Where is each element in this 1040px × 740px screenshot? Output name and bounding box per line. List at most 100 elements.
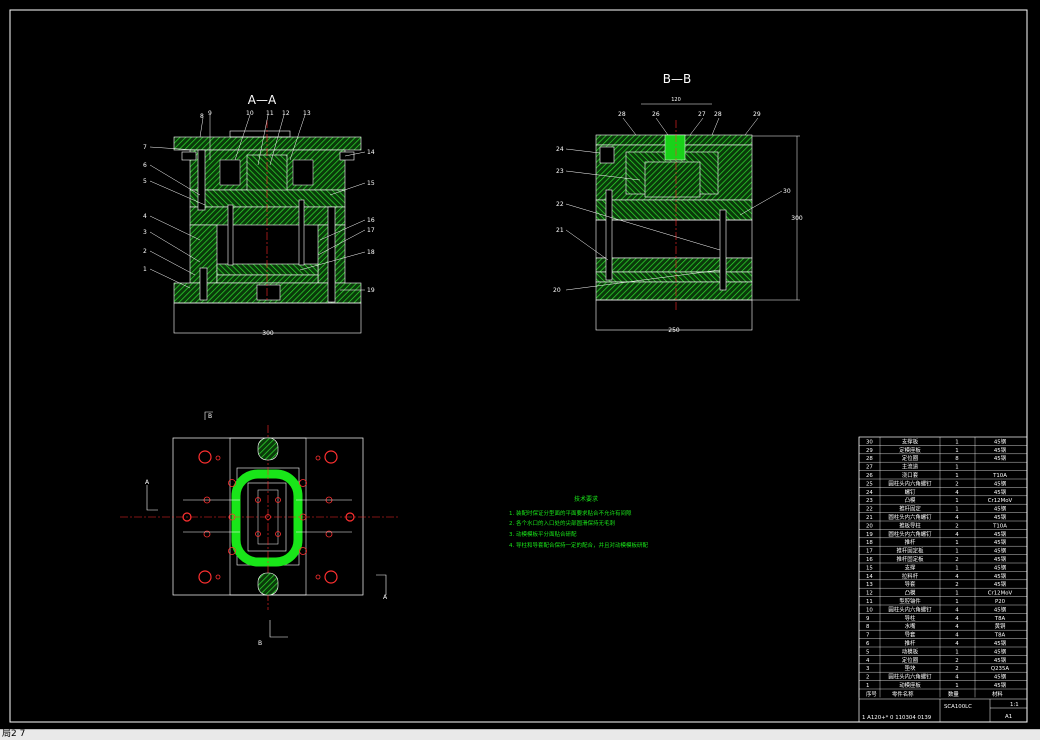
- bom-row: 9 导柱 4 T8A: [866, 614, 1006, 622]
- bom-cell-mat: 45钢: [994, 572, 1006, 580]
- section-aa-view: A—A 300 7 6 5 4 3 2 1 8 9 10 11 12 13 14…: [143, 93, 375, 337]
- bom-row: 30 支撑板 1 45钢: [866, 437, 1006, 445]
- bom-row: 6 推杆 4 45钢: [866, 639, 1006, 647]
- bom-cell-qty: 4: [955, 490, 959, 496]
- cad-viewport[interactable]: A—A 300 7 6 5 4 3 2 1 8 9 10 11 12 13 14…: [0, 0, 1040, 729]
- section-bb-title: B—B: [663, 72, 691, 86]
- bom-cell-no: 28: [866, 456, 873, 462]
- bom-cell-qty: 1: [955, 683, 958, 689]
- bom-cell-no: 13: [866, 582, 873, 588]
- bom-cell-qty: 2: [955, 523, 958, 529]
- bom-cell-name: 推杆固定板: [897, 555, 925, 563]
- aa-callout-6: 6: [143, 162, 147, 169]
- bom-cell-mat: 45钢: [994, 681, 1006, 689]
- bom-cell-mat: 45钢: [994, 530, 1006, 538]
- bom-cell-mat: T8A: [994, 616, 1006, 622]
- sheet-frame: [9, 9, 1028, 723]
- bom-cell-qty: 4: [955, 675, 959, 681]
- bom-cell-mat: Cr12MoV: [988, 591, 1013, 597]
- bom-cell-mat: 45钢: [994, 547, 1006, 555]
- aa-callout-13: 13: [303, 110, 311, 117]
- bom-cell-qty: 1: [955, 465, 958, 471]
- plan-label-b-bottom: B: [258, 640, 262, 647]
- bom-cell-name: 推杆固定: [899, 505, 921, 513]
- bom-cell-no: 6: [866, 641, 870, 647]
- bom-cell-qty: 1: [955, 591, 958, 597]
- bom-row: 5 动模板 1 45钢: [866, 647, 1006, 655]
- aa-callout-14: 14: [367, 149, 375, 156]
- bom-cell-name: 推板导柱: [899, 521, 921, 529]
- bb-height-dim: 300: [791, 215, 803, 222]
- bom-row: 28 定位圈 8 45钢: [866, 454, 1006, 462]
- bom-cell-name: 动模板: [902, 647, 919, 655]
- bom-cell-no: 20: [866, 523, 873, 529]
- bom-cell-qty: 4: [955, 607, 959, 613]
- bom-cell-mat: 45钢: [994, 555, 1006, 563]
- bom-cell-qty: 1: [955, 599, 958, 605]
- bom-cell-name: 支撑: [905, 563, 916, 571]
- bb-callout-29: 29: [753, 111, 761, 118]
- bom-sheet: A1: [1005, 714, 1012, 720]
- tech-notes-title: 技术要求: [574, 495, 598, 503]
- bom-cell-mat: 黄铜: [995, 622, 1006, 630]
- bb-callout-26: 26: [652, 111, 660, 118]
- bom-cell-mat: 45钢: [994, 605, 1006, 613]
- bom-cell-no: 11: [866, 599, 873, 605]
- bom-cell-name: 型腔镶件: [899, 597, 921, 605]
- aa-callout-16: 16: [367, 217, 375, 224]
- tech-note-2: 2. 各个水口的入口处的尖部圆滑保持无毛刺: [509, 519, 615, 527]
- bom-cell-no: 18: [866, 540, 873, 546]
- bom-cell-no: 26: [866, 473, 873, 479]
- bom-cell-no: 3: [866, 666, 869, 672]
- bom-row: 20 推板导柱 2 T10A: [866, 521, 1007, 529]
- bom-header-name: 零件名称: [892, 690, 914, 698]
- bom-cell-qty: 2: [955, 582, 958, 588]
- bom-cell-name: 凸模: [905, 589, 916, 597]
- aa-callout-8: 8: [200, 113, 204, 120]
- bom-row: 2 圆柱头内六角螺钉 4 45钢: [866, 673, 1006, 681]
- bom-cell-qty: 4: [955, 633, 959, 639]
- bom-cell-no: 9: [866, 616, 870, 622]
- bom-cell-name: 拉料杆: [902, 572, 919, 580]
- bom-cell-no: 14: [866, 574, 873, 580]
- bom-cell-qty: 8: [955, 456, 959, 462]
- bom-cell-name: 圆柱头内六角螺钉: [888, 673, 932, 681]
- aa-callout-18: 18: [367, 249, 375, 256]
- bom-row: 19 圆柱头内六角螺钉 4 45钢: [866, 530, 1006, 538]
- bom-cell-name: 圆柱头内六角螺钉: [888, 513, 932, 521]
- bom-cell-name: 主流道: [902, 463, 919, 471]
- bom-cell-name: 水嘴: [905, 622, 916, 630]
- aa-callout-10: 10: [246, 110, 254, 117]
- bom-cell-qty: 4: [955, 515, 959, 521]
- bom-cell-mat: 45钢: [994, 580, 1006, 588]
- aa-callout-15: 15: [367, 180, 375, 187]
- bom-cell-no: 15: [866, 565, 873, 571]
- bom-cell-name: 圆柱头内六角螺钉: [888, 479, 932, 487]
- bom-cell-no: 16: [866, 557, 873, 563]
- technical-requirements: 技术要求 1. 装配时保证分型面的平面要求贴合不允许有间隙 2. 各个水口的入口…: [509, 495, 648, 549]
- bom-row: 13 导套 2 45钢: [866, 580, 1006, 588]
- bom-cell-no: 30: [866, 439, 873, 445]
- bom-row: 16 推杆固定板 2 45钢: [866, 555, 1006, 563]
- aa-callout-17: 17: [367, 227, 375, 234]
- tech-note-4: 4. 导柱和导套配合保持一定的配合，并且对动模模板研配: [509, 541, 648, 549]
- bom-row: 25 圆柱头内六角螺钉 2 45钢: [866, 479, 1006, 487]
- bom-row: 1 动模座板 1 45钢: [866, 681, 1006, 689]
- bom-cell-mat: 45钢: [994, 656, 1006, 664]
- bom-row: 24 螺钉 4 45钢: [866, 488, 1006, 496]
- bom-cell-name: 定模座板: [899, 446, 921, 454]
- bom-row: 10 圆柱头内六角螺钉 4 45钢: [866, 605, 1006, 613]
- bom-cell-mat: 45钢: [994, 437, 1006, 445]
- bom-cell-name: 浇口套: [902, 471, 919, 479]
- bom-table: 30 支撑板 1 45钢29 定模座板 1 45钢28 定位圈 8 45钢27 主流道 126 浇口套 1…: [858, 436, 1028, 723]
- bom-cell-qty: 1: [955, 540, 958, 546]
- section-aa-title: A—A: [248, 93, 277, 107]
- bb-callout-28b: 28: [714, 111, 722, 118]
- bom-header-qty: 数量: [948, 690, 959, 698]
- bom-cell-qty: 2: [955, 658, 958, 664]
- aa-callout-7: 7: [143, 144, 147, 151]
- plan-label-a-right: A: [383, 594, 388, 601]
- tech-note-1: 1. 装配时保证分型面的平面要求贴合不允许有间隙: [509, 509, 632, 517]
- bom-header-no: 序号: [866, 690, 877, 698]
- aa-callout-9: 9: [208, 110, 212, 117]
